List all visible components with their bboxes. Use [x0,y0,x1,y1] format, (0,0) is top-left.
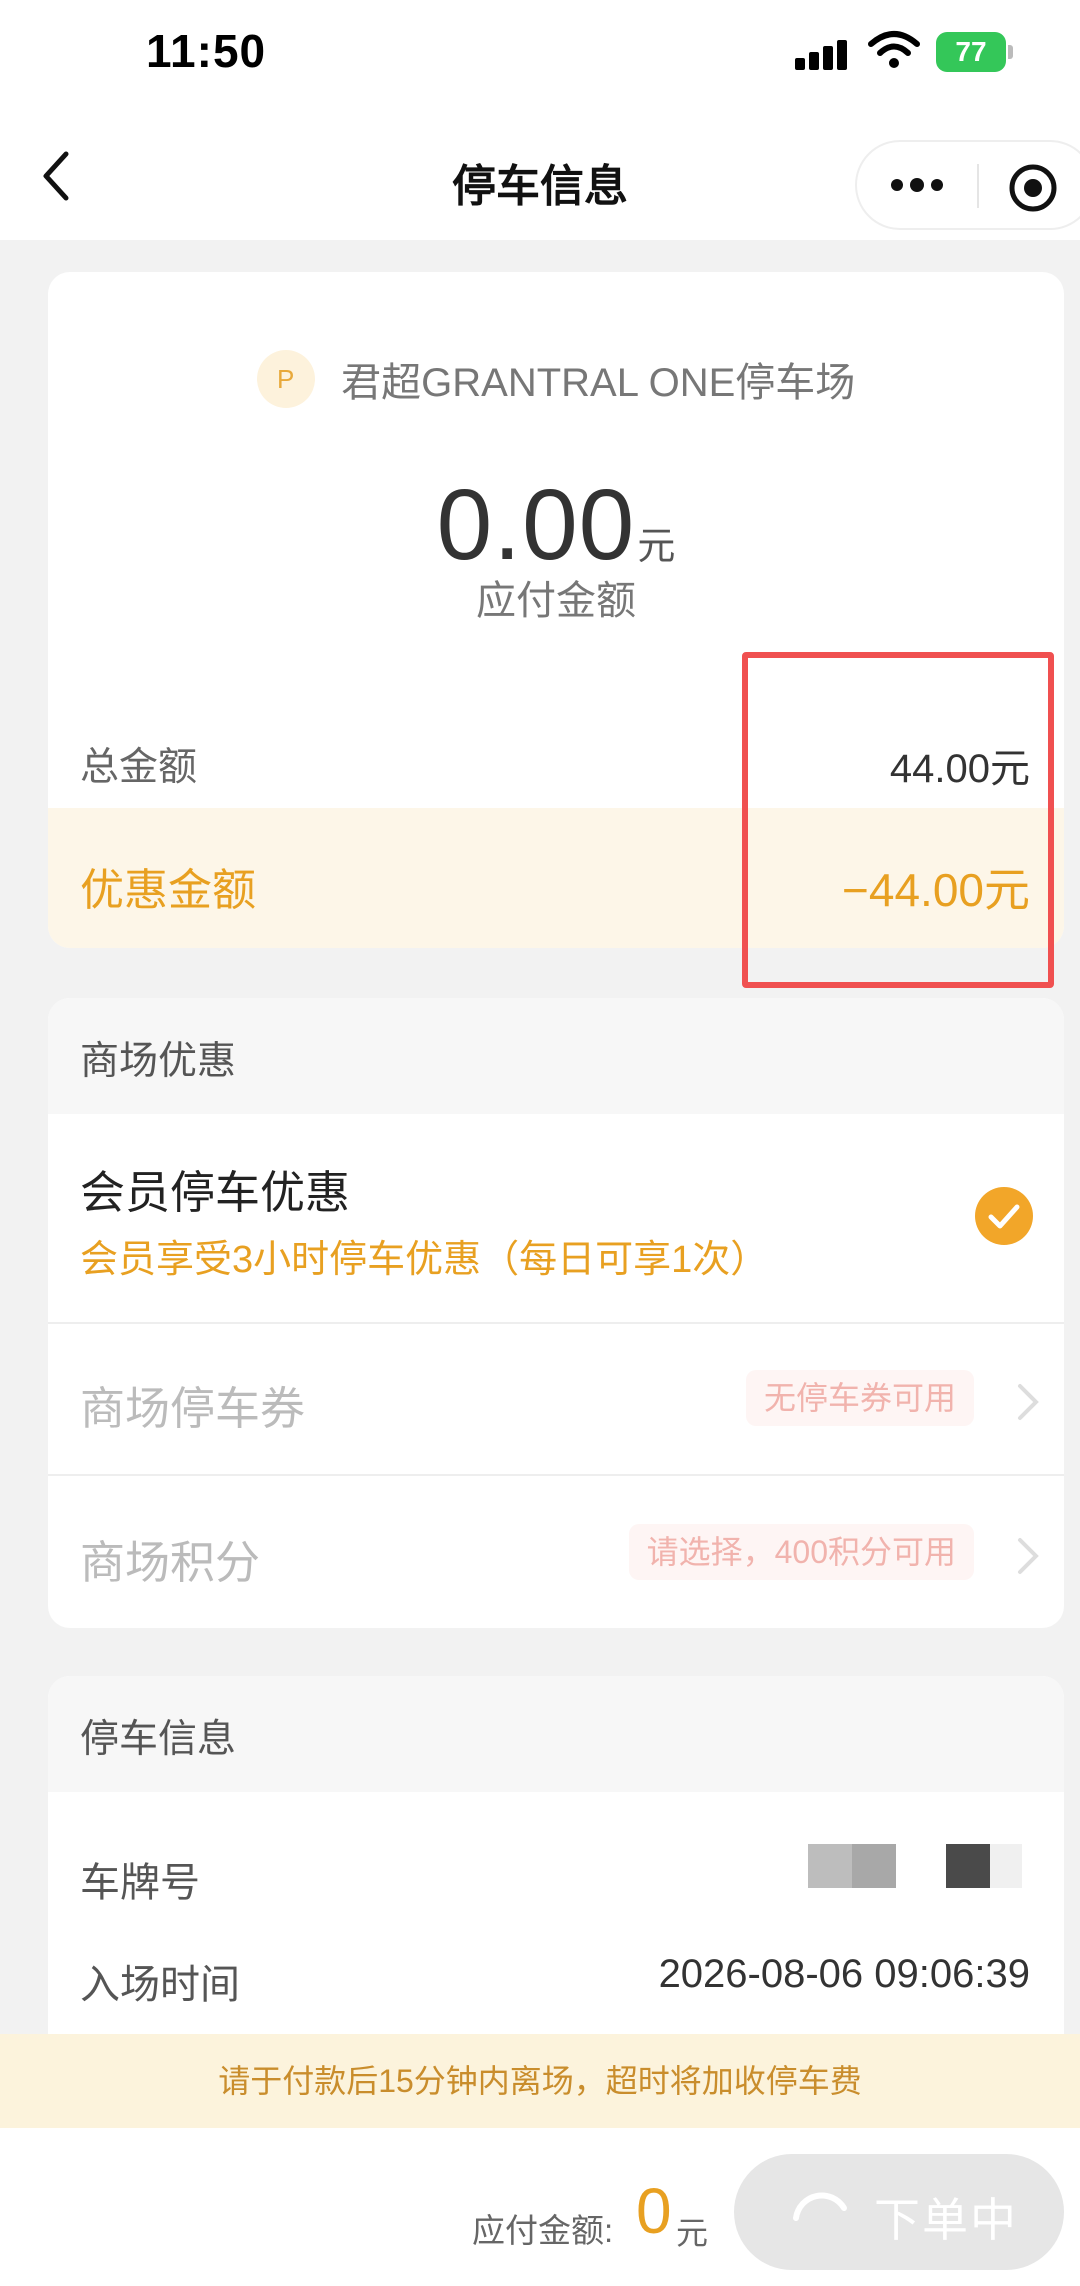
chevron-right-icon [1018,1384,1039,1420]
signal-icon [795,40,847,70]
entry-time-row: 入场时间 2026-08-06 09:06:39 [48,1926,1064,2026]
entry-time-label: 入场时间 [80,1963,240,2007]
parking-lot-icon: P [256,350,315,408]
battery-icon: 77 [936,32,1014,72]
nav-bar: 停车信息 [0,110,1080,240]
status-bar: 11:50 77 [0,0,1080,110]
parking-info-header: 停车信息 [48,1676,1064,1792]
battery-level: 77 [936,32,1006,72]
highlight-annotation-box [742,652,1054,988]
member-discount-title: 会员停车优惠 [80,1167,351,1218]
footer-pay-unit: 元 [676,2215,709,2251]
target-icon[interactable] [1007,162,1059,214]
amount-due-label: 应付金额 [476,579,636,623]
footer-pay-label: 应付金额: [472,2212,614,2249]
battery-tip [1008,45,1013,59]
amount-due-row: 0.00元 [48,468,1064,583]
plate-number-redacted [808,1844,1022,1888]
status-time: 11:50 [146,25,267,77]
capsule-divider [977,164,979,208]
wifi-icon [868,31,920,68]
total-amount-label: 总金额 [80,746,198,789]
promotions-header: 商场优惠 [48,998,1064,1114]
bottom-pay-bar: 应付金额: 0 元 下单中 [0,2128,1080,2286]
exit-time-notice: 请于付款后15分钟内离场，超时将加收停车费 [0,2034,1080,2128]
parking-info-card: 停车信息 车牌号 入场时间 2026-08-06 09:06:39 [48,1676,1064,2076]
more-icon[interactable] [887,170,947,200]
miniprogram-capsule [855,140,1080,230]
mall-promotions-card: 商场优惠 会员停车优惠 会员享受3小时停车优惠（每日可享1次） 商场停车券 无停… [48,998,1064,1628]
points-label: 商场积分 [80,1537,261,1588]
check-icon[interactable] [974,1186,1034,1246]
plate-number-row: 车牌号 [48,1824,1064,1924]
parking-lot-row: P 君超GRANTRAL ONE停车场 [48,350,1064,414]
chevron-right-icon [1018,1538,1039,1574]
member-parking-discount-option[interactable]: 会员停车优惠 会员享受3小时停车优惠（每日可享1次） [48,1114,1064,1324]
entry-time-value: 2026-08-06 09:06:39 [658,1952,1030,1996]
coupon-status-badge: 无停车券可用 [745,1370,974,1426]
amount-due-value: 0.00 [436,469,636,581]
parking-info-title: 停车信息 [80,1718,237,1761]
footer-pay-value: 0 [636,2175,672,2247]
mall-points-option[interactable]: 商场积分 请选择，400积分可用 [48,1478,1064,1628]
discount-amount-label: 优惠金额 [80,866,256,915]
mall-parking-coupon-option[interactable]: 商场停车券 无停车券可用 [48,1324,1064,1476]
member-discount-description: 会员享受3小时停车优惠（每日可享1次） [80,1239,769,1281]
promotions-title: 商场优惠 [80,1040,237,1083]
amount-due-unit: 元 [637,526,676,568]
coupon-label: 商场停车券 [80,1383,306,1434]
submit-order-label: 下单中 [874,2194,1018,2246]
parking-lot-name: 君超GRANTRAL ONE停车场 [341,361,856,405]
points-status-badge: 请选择，400积分可用 [628,1524,974,1580]
submit-order-button[interactable]: 下单中 [734,2154,1064,2270]
plate-number-label: 车牌号 [80,1861,200,1905]
loading-spinner-icon [793,2192,847,2221]
